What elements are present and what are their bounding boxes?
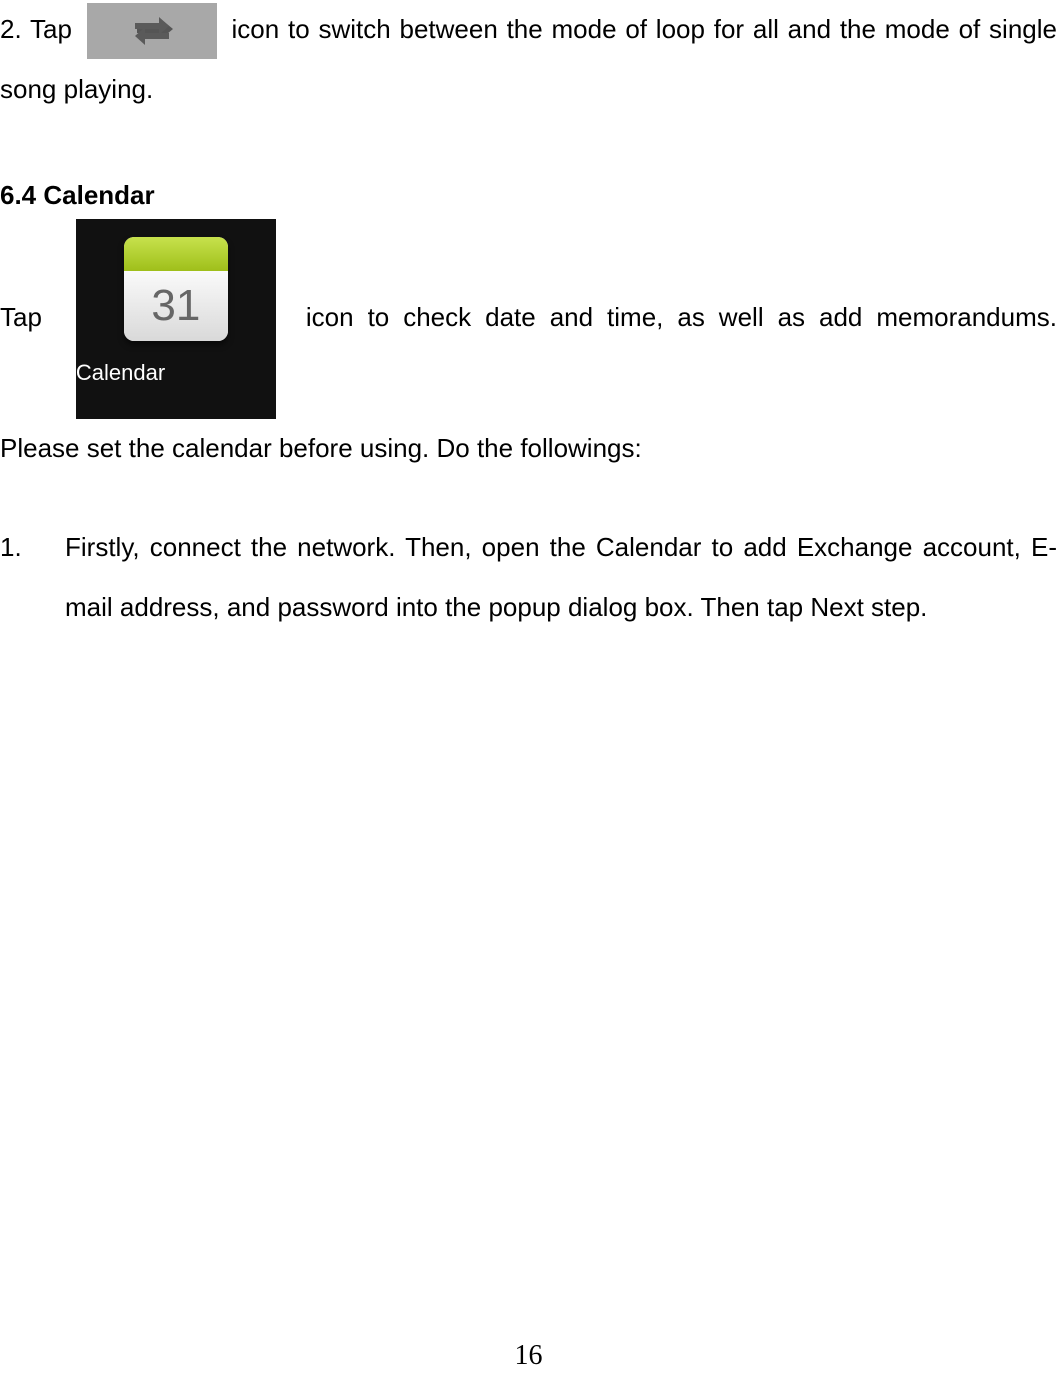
paragraph-loop-mode: 2. Tap icon to switch between the mode o… xyxy=(0,0,1057,120)
ordered-list-item-1: 1. Firstly, connect the network. Then, o… xyxy=(0,518,1057,638)
list-item-body: Firstly, connect the network. Then, open… xyxy=(65,518,1057,638)
calendar-day-number: 31 xyxy=(151,255,200,341)
calendar-icon-label: Calendar xyxy=(76,348,276,399)
loop-arrows-icon xyxy=(129,11,175,51)
text-before-loop-icon: 2. Tap xyxy=(0,14,72,44)
paragraph-calendar: Tap 31 Calendar icon to check date and t… xyxy=(0,219,1057,479)
document-page: 2. Tap icon to switch between the mode o… xyxy=(0,0,1057,1390)
text-before-calendar-icon: Tap xyxy=(0,301,42,331)
calendar-tile-body: 31 xyxy=(124,271,228,341)
page-number: 16 xyxy=(0,1340,1057,1372)
list-item-number: 1. xyxy=(0,518,65,638)
calendar-tile-icon: 31 xyxy=(124,237,228,341)
section-heading-calendar: 6.4 Calendar xyxy=(0,180,1057,211)
calendar-app-icon: 31 Calendar xyxy=(76,219,276,419)
loop-icon xyxy=(87,3,217,59)
